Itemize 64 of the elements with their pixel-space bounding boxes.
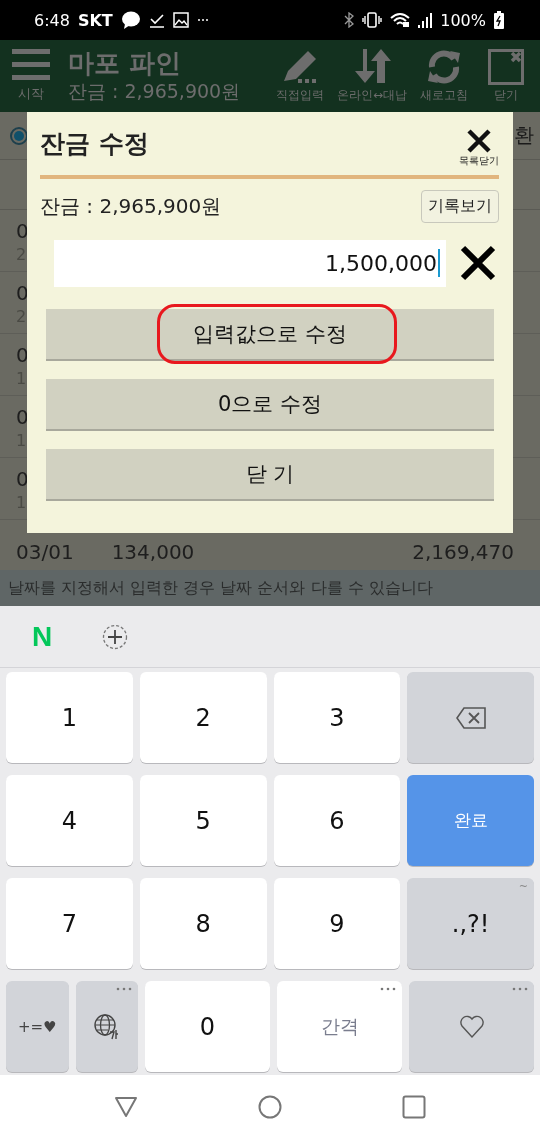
up-down-arrows-icon [353, 48, 391, 85]
carrier-name: SKT [77, 10, 113, 30]
option-label-fragment: 환 [514, 122, 534, 149]
row-text-fragment: 0 [16, 342, 29, 369]
balance-cell: 2,169,470 [412, 540, 514, 564]
balance-text: 잔금 : 2,965,900원 [68, 79, 242, 104]
back-button[interactable] [114, 1095, 138, 1118]
vibrate-icon [362, 12, 383, 28]
symbol-key[interactable]: +=♥ [6, 981, 69, 1072]
balance-label: 잔금 : 2,965,900원 [40, 192, 222, 220]
app-title: 마포 파인 [68, 47, 183, 79]
image-icon [172, 12, 189, 28]
key[interactable]: 5 [139, 775, 267, 866]
key-hint: ~ [518, 880, 528, 893]
key[interactable]: 1 [6, 672, 133, 763]
clear-icon [460, 245, 496, 281]
dialog-button[interactable]: 닫 기 [46, 449, 494, 501]
add-tool-icon[interactable] [102, 623, 129, 650]
chat-icon [120, 10, 141, 30]
clear-button[interactable] [460, 245, 496, 281]
key[interactable]: 0 [145, 981, 270, 1072]
key[interactable]: .,?! ~ [407, 878, 534, 969]
amount-field[interactable]: 1,500,000 [54, 239, 446, 287]
key[interactable]: 7 [6, 878, 133, 969]
close-icon [466, 127, 492, 154]
history-button[interactable]: 기록보기 [421, 189, 499, 223]
amount-cell-text: 134,000 [111, 540, 196, 564]
recents-button[interactable] [402, 1094, 426, 1119]
heart-icon [458, 1014, 485, 1039]
signal-icon [418, 12, 433, 28]
menu-icon [12, 49, 50, 81]
key[interactable]: 6 [273, 775, 401, 866]
key[interactable]: 3 [273, 672, 401, 763]
notice-bar: 날짜를 지정해서 입력한 경우 날짜 순서와 다를 수 있습니다 [0, 570, 540, 606]
status-time: 6:48 [34, 10, 70, 30]
home-icon [258, 1094, 282, 1119]
recents-icon [402, 1094, 426, 1119]
date-cell: 03/01 [16, 540, 74, 564]
key[interactable]: 4 [6, 775, 133, 866]
download-done-icon [148, 12, 165, 28]
dialog-button[interactable]: 0으로 수정 [46, 379, 494, 431]
row-text-fragment: 0 [16, 404, 29, 431]
battery-percent: 100% [440, 10, 486, 30]
bluetooth-icon [344, 12, 355, 28]
battery-icon [494, 11, 504, 29]
wifi-icon [390, 12, 411, 28]
row-text-fragment: 0 [16, 280, 29, 307]
globe-icon [93, 1013, 120, 1040]
space-key[interactable]: 간격 [277, 981, 402, 1072]
close-button[interactable]: 목록닫기 [459, 127, 499, 168]
home-button[interactable] [258, 1094, 282, 1119]
row-text-fragment: 0 [16, 466, 29, 493]
key[interactable]: 2 [139, 672, 267, 763]
close-window-icon [488, 48, 524, 85]
backspace-icon [455, 706, 486, 729]
key[interactable]: 8 [139, 878, 267, 969]
key[interactable]: 9 [273, 878, 401, 969]
refresh-icon [426, 48, 462, 85]
dialog-button[interactable]: 입력값으로 수정 [46, 309, 494, 361]
dialog-title: 잔금 수정 [40, 128, 149, 160]
more-icon [196, 18, 209, 22]
back-icon [114, 1095, 138, 1118]
language-key[interactable] [75, 981, 138, 1072]
row-text-fragment: 0 [16, 218, 29, 245]
